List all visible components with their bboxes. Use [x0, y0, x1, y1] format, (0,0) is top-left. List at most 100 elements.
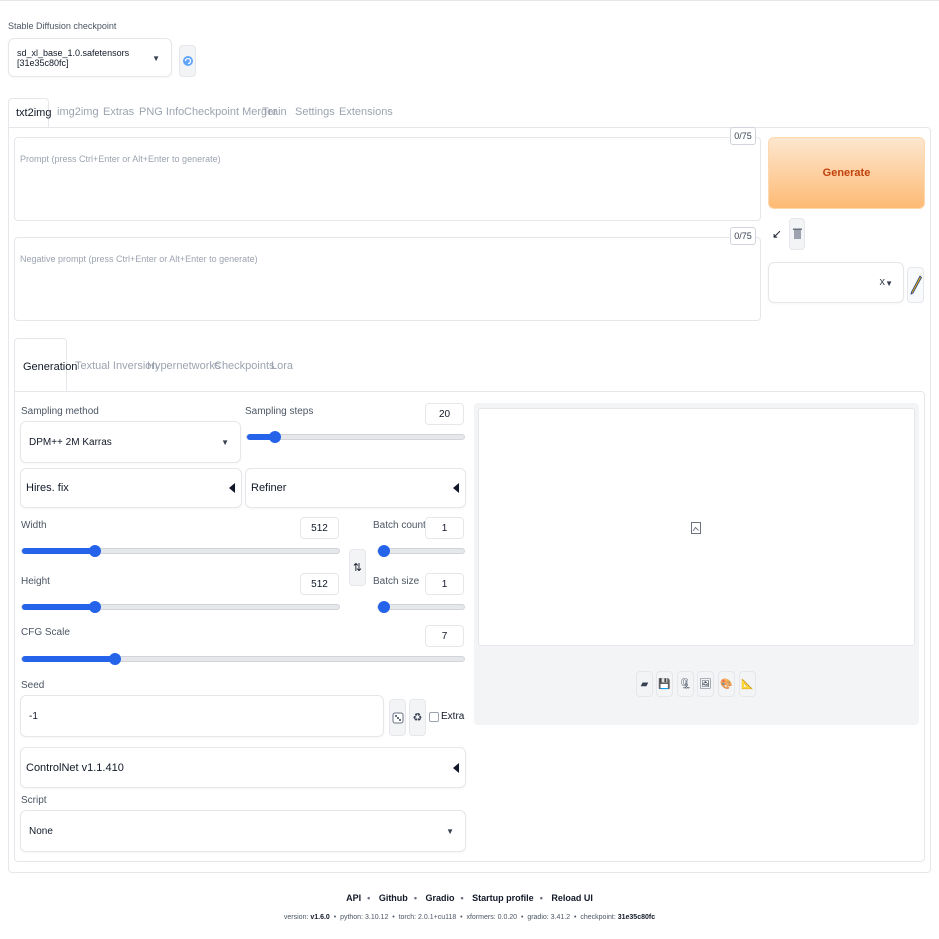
width-thumb[interactable] — [88, 545, 101, 557]
random-seed-button[interactable] — [389, 699, 406, 736]
checkpoint-value: sd_xl_base_1.0.safetensors [31e35c80fc] — [17, 47, 130, 68]
save-button[interactable]: 💾 — [656, 671, 673, 697]
checkpoint-hash: 31e35c80fc — [617, 914, 656, 921]
cfg-scale-label: CFG Scale — [21, 627, 70, 638]
footer-separator: • — [460, 893, 464, 903]
script-label: Script — [21, 795, 47, 806]
batch-count-slider[interactable] — [377, 545, 465, 557]
edit-styles-button[interactable] — [907, 267, 924, 303]
sampling-method-select[interactable]: DPM++ 2M Karras ▼ — [20, 421, 241, 463]
height-input[interactable]: 512 — [300, 573, 339, 595]
height-thumb[interactable] — [88, 601, 101, 613]
checkpoint-select[interactable]: sd_xl_base_1.0.safetensors [31e35c80fc] … — [8, 38, 172, 77]
tab-settings[interactable]: Settings — [295, 106, 335, 118]
tab-img2img[interactable]: img2img — [57, 106, 99, 118]
send-to-extras-button[interactable]: 📐 — [739, 671, 756, 697]
version-value: v1.6.0 — [310, 914, 330, 921]
sampling-steps-input[interactable]: 20 — [425, 403, 464, 425]
chevron-down-icon: ▼ — [885, 279, 893, 288]
footer-link-github[interactable]: Github — [379, 893, 408, 903]
tab-generation-label: Generation — [23, 361, 78, 373]
controlnet-accordion[interactable]: ControlNet v1.1.410 — [20, 747, 466, 788]
batch-count-thumb[interactable] — [378, 545, 390, 557]
refiner-accordion[interactable]: Refiner — [245, 468, 466, 508]
footer-separator: • — [413, 893, 417, 903]
send-to-extras-icon: 📐 — [741, 678, 754, 690]
script-select[interactable]: None ▼ — [20, 810, 466, 852]
tab-txt2img-label: txt2img — [16, 107, 52, 119]
zip-icon: 🗜 — [679, 678, 692, 690]
footer-separator: • — [539, 893, 543, 903]
batch-count-input[interactable]: 1 — [425, 517, 464, 539]
swap-dimensions-button[interactable]: ⇅ — [349, 549, 366, 586]
output-gallery[interactable] — [478, 408, 915, 646]
width-label: Width — [21, 520, 47, 531]
zip-button[interactable]: 🗜 — [677, 671, 694, 697]
sampling-steps-label: Sampling steps — [245, 406, 314, 417]
seed-label: Seed — [21, 680, 45, 691]
arrow-down-left-icon: ↙ — [771, 227, 783, 241]
batch-size-thumb[interactable] — [378, 601, 390, 613]
torch-prefix: torch: — [398, 914, 419, 921]
footer-versions: version: v1.6.0 • python: 3.10.12 • torc… — [283, 914, 656, 921]
width-slider[interactable] — [21, 545, 340, 557]
cfg-scale-thumb[interactable] — [108, 653, 121, 665]
send-to-inpaint-button[interactable]: 🎨 — [718, 671, 735, 697]
tab-extras[interactable]: Extras — [103, 106, 134, 118]
tab-train[interactable]: Train — [262, 106, 287, 118]
refresh-checkpoint-button[interactable] — [179, 45, 196, 77]
batch-size-slider[interactable] — [377, 601, 465, 613]
apply-styles-button[interactable]: ↙ — [769, 218, 785, 250]
hires-fix-accordion[interactable]: Hires. fix — [20, 468, 242, 508]
prompt-token-counter: 0/75 — [730, 127, 756, 145]
gradio-version: 3.41.2 — [550, 914, 571, 921]
tab-png-info[interactable]: PNG Info — [139, 106, 184, 118]
python-prefix: python: — [340, 914, 365, 921]
hires-fix-label: Hires. fix — [26, 482, 69, 494]
negative-prompt-input[interactable]: Negative prompt (press Ctrl+Enter or Alt… — [14, 237, 761, 321]
reuse-seed-button[interactable]: ♻ — [409, 699, 426, 736]
xformers-prefix: xformers: — [466, 914, 498, 921]
tab-extensions[interactable]: Extensions — [339, 106, 393, 118]
trash-icon — [792, 228, 802, 239]
send-to-inpaint-icon: 🎨 — [720, 678, 733, 690]
footer-links: API • Github • Gradio • Startup profile • Re… — [0, 893, 939, 903]
cfg-scale-slider[interactable] — [21, 653, 465, 665]
tab-hypernetworks[interactable]: Hypernetworks — [147, 360, 220, 372]
tab-txt2img[interactable]: txt2img — [8, 98, 52, 128]
tab-textual-inversion[interactable]: Textual Inversion — [75, 360, 158, 372]
save-icon: 💾 — [658, 678, 671, 690]
clear-prompt-button[interactable] — [789, 218, 805, 250]
extra-checkbox[interactable] — [429, 712, 439, 722]
recycle-icon: ♻ — [412, 712, 423, 724]
footer-link-gradio[interactable]: Gradio — [425, 893, 454, 903]
footer-link-reload-ui[interactable]: Reload UI — [551, 893, 593, 903]
open-folder-button[interactable]: ▰ — [636, 671, 653, 697]
seed-input[interactable]: -1 — [20, 695, 384, 737]
generate-button[interactable]: Generate — [768, 137, 925, 209]
height-slider[interactable] — [21, 601, 340, 613]
chevron-down-icon: ▼ — [446, 827, 454, 836]
broken-image-icon — [691, 522, 701, 534]
version-prefix: version: — [283, 914, 311, 921]
refresh-icon — [182, 56, 193, 66]
refiner-label: Refiner — [251, 482, 287, 494]
sampling-steps-slider[interactable] — [246, 431, 465, 443]
width-input[interactable]: 512 — [300, 517, 339, 539]
send-to-img2img-button[interactable]: 🖼 — [697, 671, 714, 697]
folder-icon: ▰ — [640, 678, 649, 690]
footer-link-startup-profile[interactable]: Startup profile — [472, 893, 534, 903]
checkpoint-label: Stable Diffusion checkpoint — [8, 21, 117, 31]
tab-generation[interactable]: Generation — [14, 338, 77, 392]
prompt-input[interactable]: Prompt (press Ctrl+Enter or Alt+Enter to… — [14, 137, 761, 221]
styles-select[interactable]: x ▼ — [768, 262, 904, 303]
send-to-img2img-icon: 🖼 — [699, 678, 712, 690]
pencil-icon — [909, 275, 922, 295]
footer-link-api[interactable]: API — [346, 893, 361, 903]
batch-size-input[interactable]: 1 — [425, 573, 464, 595]
cfg-scale-input[interactable]: 7 — [425, 625, 464, 647]
cfg-scale-fill — [22, 656, 115, 662]
torch-version: 2.0.1+cu118 — [418, 914, 457, 921]
tab-lora[interactable]: Lora — [271, 360, 293, 372]
tab-checkpoints[interactable]: Checkpoints — [214, 360, 275, 372]
